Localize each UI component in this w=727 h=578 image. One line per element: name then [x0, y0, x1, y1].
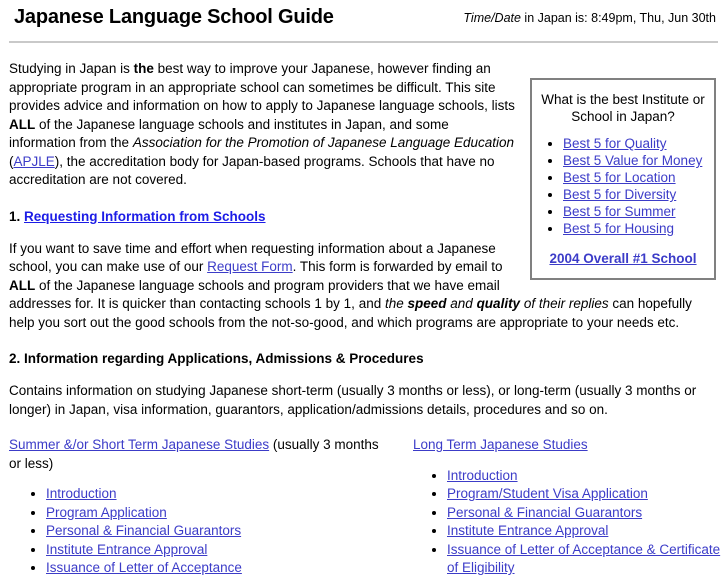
- short-term-heading: Summer &/or Short Term Japanese Studies …: [9, 436, 384, 473]
- best-link-summer[interactable]: Best 5 for Summer: [563, 204, 676, 219]
- list-item[interactable]: Introduction: [46, 485, 384, 504]
- best-school-box-footer: 2004 Overall #1 School: [537, 251, 709, 266]
- s1-ital-the: the: [384, 296, 408, 311]
- intro-association-name: Association for the Promotion of Japanes…: [132, 135, 515, 150]
- s1-text-b: . This form is forwarded by email to: [292, 259, 503, 274]
- list-item[interactable]: Personal & Financial Guarantors: [447, 504, 725, 523]
- section-1-number: 1.: [9, 208, 25, 224]
- s1-emphasis-speed: speed: [407, 296, 447, 311]
- long-term-heading: Long Term Japanese Studies: [413, 436, 725, 455]
- short-term-program-application-link[interactable]: Program Application: [46, 505, 167, 520]
- time-date-value: in Japan is: 8:49pm, Thu, Jun 30th: [520, 11, 716, 25]
- request-form-link[interactable]: Request Form: [207, 259, 293, 274]
- long-term-list: Introduction Program/Student Visa Applic…: [413, 467, 725, 578]
- page-root: Japanese Language School Guide Time/Date…: [0, 0, 727, 575]
- s1-emphasis-all: ALL: [9, 277, 36, 293]
- overall-number-one-school-link[interactable]: 2004 Overall #1 School: [549, 251, 696, 266]
- long-term-entrance-approval-link[interactable]: Institute Entrance Approval: [447, 523, 608, 538]
- short-term-guarantors-link[interactable]: Personal & Financial Guarantors: [46, 523, 241, 538]
- header-divider: [9, 41, 718, 43]
- intro-emphasis-the: the: [133, 61, 154, 76]
- apjle-link[interactable]: APJLE: [14, 154, 55, 169]
- main-content: What is the best Institute or School in …: [0, 60, 727, 575]
- best-link-value-for-money[interactable]: Best 5 Value for Money: [563, 153, 702, 168]
- list-item[interactable]: Institute Entrance Approval: [46, 541, 384, 560]
- list-item[interactable]: Best 5 for Quality: [563, 135, 709, 152]
- short-term-entrance-approval-link[interactable]: Institute Entrance Approval: [46, 542, 207, 557]
- intro-text-a: Studying in Japan is: [9, 61, 134, 76]
- intro-text-h: ), the accreditation body for Japan-base…: [9, 153, 495, 188]
- page-header: Japanese Language School Guide Time/Date…: [0, 0, 727, 36]
- long-term-introduction-link[interactable]: Introduction: [447, 468, 518, 483]
- list-item[interactable]: Best 5 for Location: [563, 169, 709, 186]
- intro-emphasis-all: ALL: [9, 116, 36, 132]
- s1-emphasis-quality: quality: [476, 296, 521, 311]
- short-term-introduction-link[interactable]: Introduction: [46, 486, 117, 501]
- requesting-information-link[interactable]: Requesting Information from Schools: [24, 209, 266, 224]
- list-item[interactable]: Program/Student Visa Application: [447, 485, 725, 504]
- time-date-label: Time/Date: [463, 11, 521, 25]
- list-item[interactable]: Best 5 for Diversity: [563, 186, 709, 203]
- best-school-box: What is the best Institute or School in …: [530, 78, 716, 280]
- long-term-studies-link[interactable]: Long Term Japanese Studies: [413, 437, 588, 452]
- summer-short-term-link[interactable]: Summer &/or Short Term Japanese Studies: [9, 437, 269, 452]
- long-term-visa-application-link[interactable]: Program/Student Visa Application: [447, 486, 648, 501]
- list-item[interactable]: Introduction: [447, 467, 725, 486]
- list-item[interactable]: Personal & Financial Guarantors: [46, 522, 384, 541]
- best-link-diversity[interactable]: Best 5 for Diversity: [563, 187, 676, 202]
- long-term-column: Long Term Japanese Studies Introduction …: [413, 436, 725, 578]
- list-item[interactable]: Issuance of Letter of Acceptance: [46, 559, 384, 578]
- section-2-heading: 2. Information regarding Applications, A…: [9, 351, 424, 366]
- long-term-guarantors-link[interactable]: Personal & Financial Guarantors: [447, 505, 642, 520]
- list-item[interactable]: Best 5 for Summer: [563, 203, 709, 220]
- best-link-housing[interactable]: Best 5 for Housing: [563, 221, 674, 236]
- page-title: Japanese Language School Guide: [14, 6, 334, 28]
- section-2-paragraph: Contains information on studying Japanes…: [9, 383, 697, 417]
- s1-ital-of-their-replies: of their replies: [520, 296, 609, 311]
- list-item[interactable]: Institute Entrance Approval: [447, 522, 725, 541]
- best-school-box-title: What is the best Institute or School in …: [541, 92, 705, 124]
- short-term-list: Introduction Program Application Persona…: [9, 485, 384, 578]
- list-item[interactable]: Best 5 Value for Money: [563, 152, 709, 169]
- short-term-column: Summer &/or Short Term Japanese Studies …: [9, 436, 384, 578]
- best-school-list: Best 5 for Quality Best 5 Value for Mone…: [537, 135, 709, 237]
- best-link-location[interactable]: Best 5 for Location: [563, 170, 676, 185]
- list-item[interactable]: Program Application: [46, 504, 384, 523]
- long-term-letter-of-acceptance-link[interactable]: Issuance of Letter of Acceptance & Certi…: [447, 542, 720, 576]
- best-link-quality[interactable]: Best 5 for Quality: [563, 136, 667, 151]
- list-item[interactable]: Best 5 for Housing: [563, 220, 709, 237]
- s1-ital-and: and: [446, 296, 477, 311]
- short-term-letter-of-acceptance-link[interactable]: Issuance of Letter of Acceptance: [46, 560, 242, 575]
- list-item[interactable]: Issuance of Letter of Acceptance & Certi…: [447, 541, 725, 578]
- time-date-status: Time/Date in Japan is: 8:49pm, Thu, Jun …: [463, 11, 716, 25]
